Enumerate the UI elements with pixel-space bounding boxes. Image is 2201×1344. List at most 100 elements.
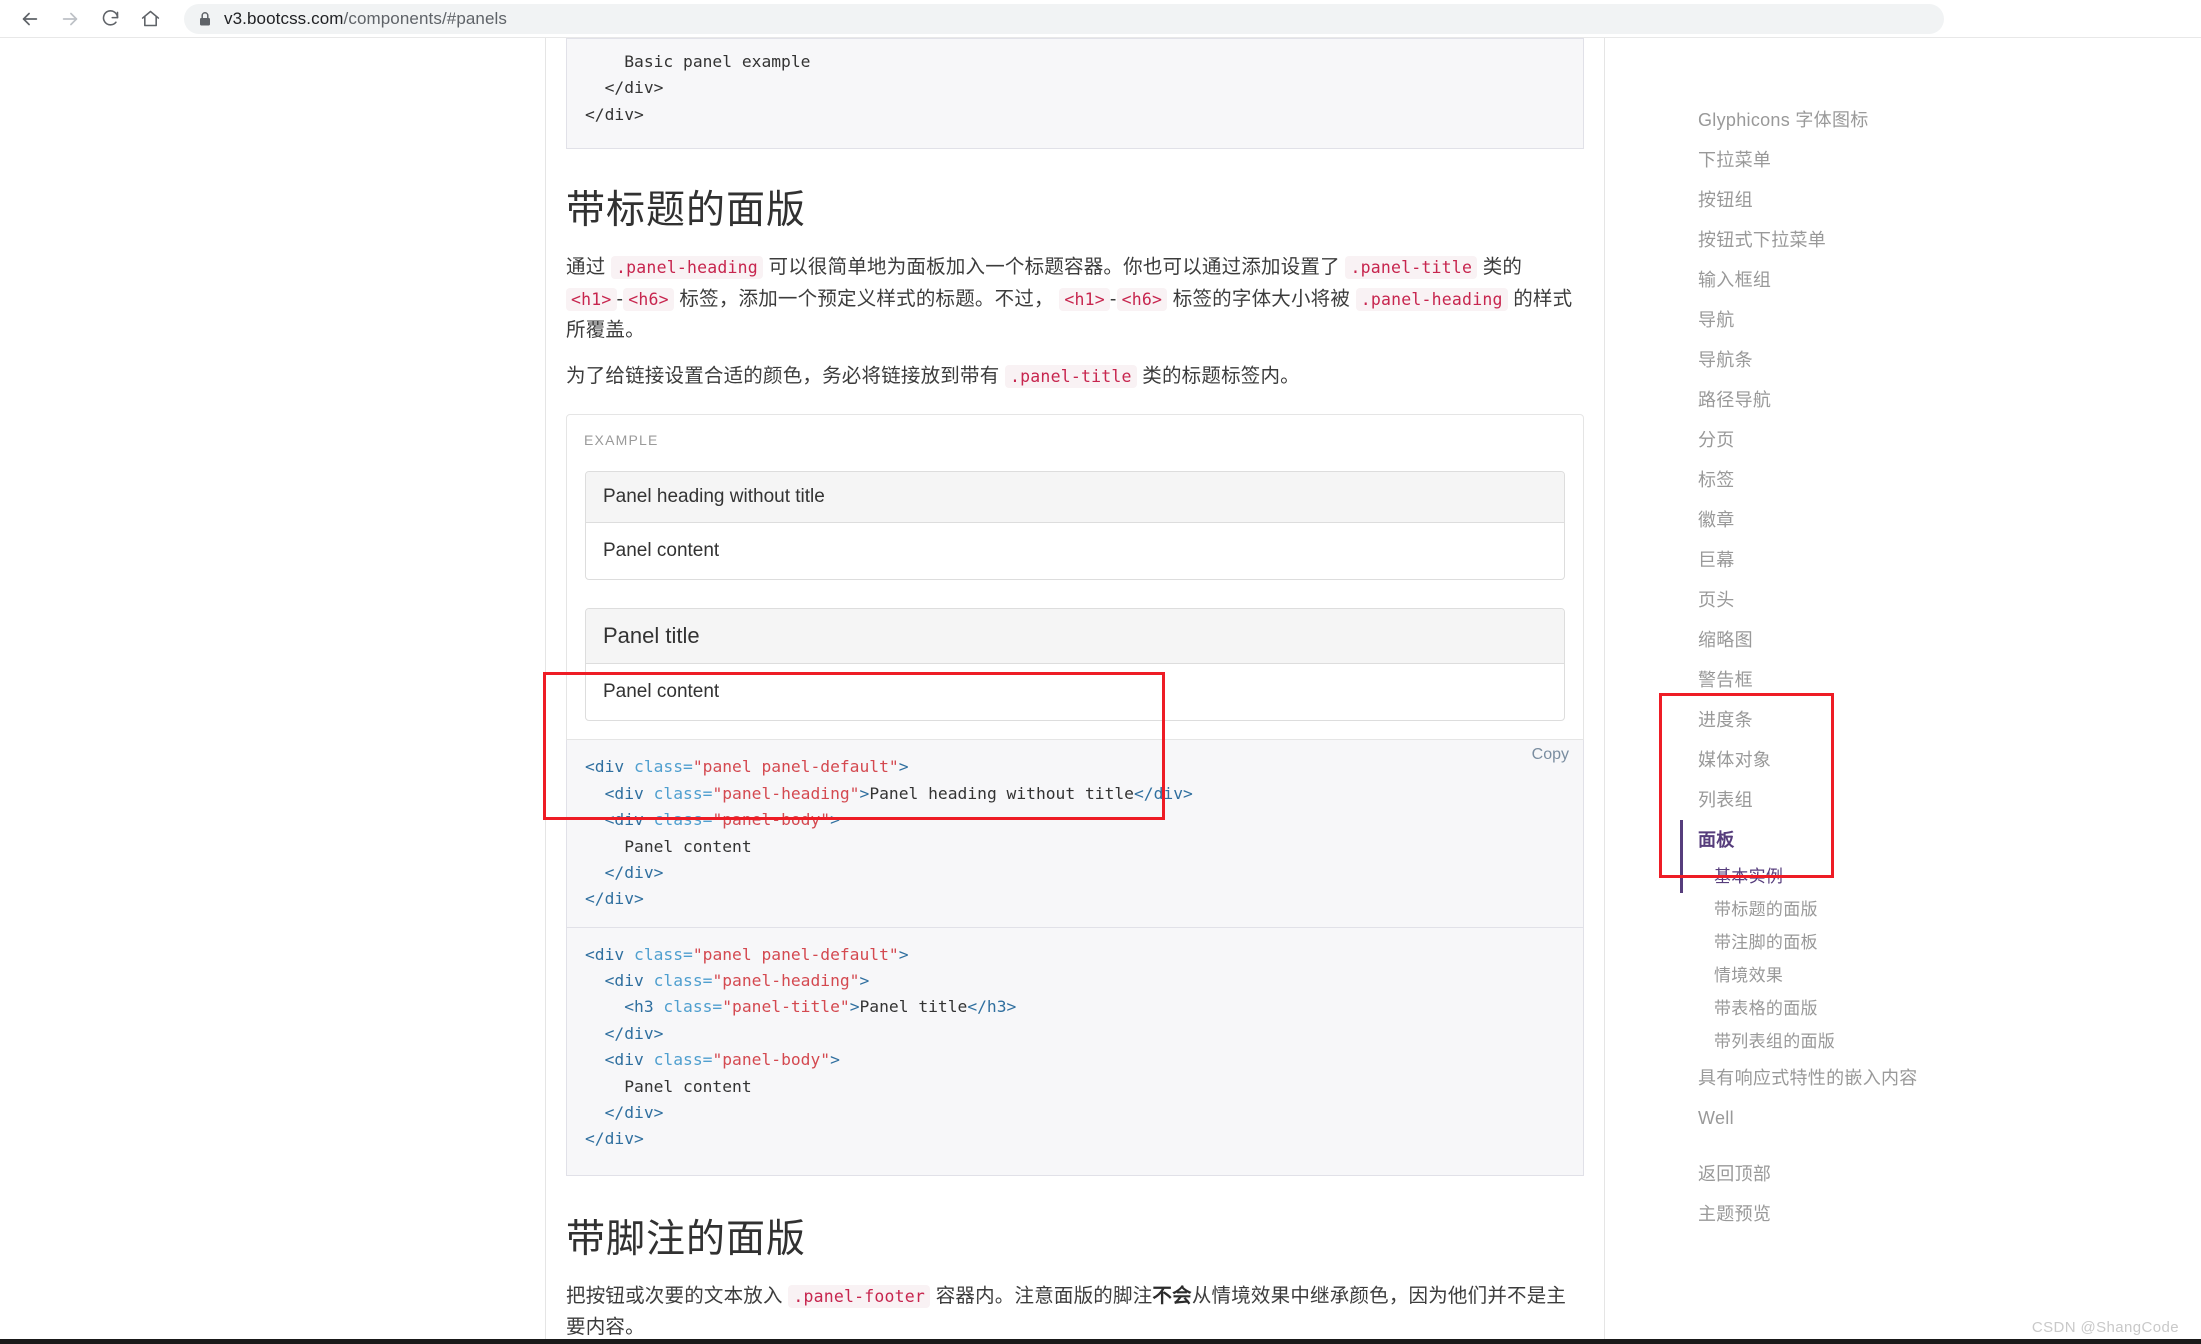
code-block-1: Copy <div class="panel panel-default"> <… <box>566 740 1584 927</box>
cb2-l4-close: </div> <box>585 1024 663 1043</box>
panel-heading-2: Panel title <box>586 609 1564 664</box>
sidebar-item-15[interactable]: 进度条 <box>1680 700 2010 740</box>
cb1-l2-text: Panel heading without title <box>869 784 1134 803</box>
sidebar-item-5[interactable]: 导航 <box>1680 300 2010 340</box>
page-title-heading-panel: 带标题的面版 <box>566 189 1584 234</box>
sidebar-item-21[interactable]: 带注脚的面板 <box>1680 926 2010 959</box>
bottom-strip <box>0 1339 2201 1344</box>
sidebar-item-11[interactable]: 巨幕 <box>1680 540 2010 580</box>
panel-with-title: Panel title Panel content <box>585 608 1565 721</box>
cb2-l2-attr: class= <box>654 971 713 990</box>
url-path: /components/#panels <box>344 9 508 28</box>
cb2-l2-tag: <div <box>585 971 654 990</box>
sidebar-item-16[interactable]: 媒体对象 <box>1680 740 2010 780</box>
cb2-l1-attr: class= <box>634 945 693 964</box>
cb1-l1-tag2: > <box>899 757 909 776</box>
sidebar-item-20[interactable]: 带标题的面版 <box>1680 893 2010 926</box>
example-box-panels: EXAMPLE Panel heading without title Pane… <box>566 414 1584 740</box>
paragraph-link-color: 为了给链接设置合适的颜色，务必将链接放到带有 .panel-title 类的标题… <box>566 361 1584 393</box>
copy-button-1[interactable]: Copy <box>1532 746 1569 764</box>
home-icon[interactable] <box>130 2 170 36</box>
cb1-l2-tag: <div <box>585 784 654 803</box>
sidebar-item-13[interactable]: 缩略图 <box>1680 620 2010 660</box>
page-title-heading-footer: 带脚注的面版 <box>566 1218 1584 1263</box>
code-block-2-text: <div class="panel panel-default"> <div c… <box>585 942 1565 1153</box>
cb2-l5-tag2: > <box>830 1050 840 1069</box>
sidebar-item-22[interactable]: 情境效果 <box>1680 959 2010 992</box>
para3-strong: 不会 <box>1152 1285 1191 1307</box>
sidebar-item-19[interactable]: 基本实例 <box>1680 860 2010 893</box>
cb2-l3-text: Panel title <box>860 997 968 1016</box>
cb2-l8-close: </div> <box>585 1129 644 1148</box>
sidebar-item-7[interactable]: 路径导航 <box>1680 380 2010 420</box>
cb1-l5-close: </div> <box>585 863 663 882</box>
sidebar-item-1[interactable]: 下拉菜单 <box>1680 140 2010 180</box>
cb2-l6-text: Panel content <box>585 1077 752 1096</box>
back-icon[interactable] <box>10 2 50 36</box>
address-bar[interactable]: v3.bootcss.com/components/#panels <box>184 4 1944 34</box>
code-h1-b: <h1> <box>1059 288 1110 311</box>
example-label-1: EXAMPLE <box>584 432 659 448</box>
cb2-l1-tag2: > <box>899 945 909 964</box>
paragraph-footer-description: 把按钮或次要的文本放入 .panel-footer 容器内。注意面版的脚注不会从… <box>566 1281 1584 1344</box>
cb1-l2-attr: class= <box>654 784 713 803</box>
sidebar-item-9[interactable]: 标签 <box>1680 460 2010 500</box>
para1-part-d: 标签，添加一个预定义样式的标题。不过， <box>679 288 1053 310</box>
cb2-l3-tag2: > <box>850 997 860 1016</box>
para2-part-b: 类的标题标签内。 <box>1142 365 1300 387</box>
sidebar-item-0[interactable]: Glyphicons 字体图标 <box>1680 100 2010 140</box>
code-h6-b: <h6> <box>1117 288 1168 311</box>
cb1-l2-val: "panel-heading" <box>712 784 859 803</box>
sidebar-item-6[interactable]: 导航条 <box>1680 340 2010 380</box>
sidebar-item-27[interactable]: 返回顶部 <box>1680 1154 2010 1194</box>
reload-icon[interactable] <box>90 2 130 36</box>
cb2-l3-tag: <h3 <box>585 997 663 1016</box>
para1-dash-b: - <box>1110 288 1117 310</box>
sidebar-item-18[interactable]: 面板 <box>1680 820 2010 860</box>
sidebar-item-25[interactable]: 具有响应式特性的嵌入内容 <box>1680 1058 2010 1098</box>
sidebar-item-12[interactable]: 页头 <box>1680 580 2010 620</box>
code-h6-a: <h6> <box>623 288 674 311</box>
sidebar-item-3[interactable]: 按钮式下拉菜单 <box>1680 220 2010 260</box>
sidebar-item-4[interactable]: 输入框组 <box>1680 260 2010 300</box>
cb2-l2-val: "panel-heading" <box>712 971 859 990</box>
sidebar-item-17[interactable]: 列表组 <box>1680 780 2010 820</box>
cb1-l3-val: "panel-body" <box>712 810 830 829</box>
para1-part-e: 标签的字体大小将被 <box>1173 288 1350 310</box>
sidebar-item-14[interactable]: 警告框 <box>1680 660 2010 700</box>
cb2-l3-attr: class= <box>663 997 722 1016</box>
cb1-l4-text: Panel content <box>585 837 752 856</box>
code-panel-heading-2: .panel-heading <box>1356 288 1508 311</box>
cb2-l3-val: "panel-title" <box>722 997 849 1016</box>
sidebar-item-2[interactable]: 按钮组 <box>1680 180 2010 220</box>
cb2-l5-attr: class= <box>654 1050 713 1069</box>
cb2-l3-close: </h3> <box>967 997 1016 1016</box>
browser-toolbar: v3.bootcss.com/components/#panels <box>0 0 2201 38</box>
cb2-l5-val: "panel-body" <box>712 1050 830 1069</box>
code-panel-footer: .panel-footer <box>788 1285 930 1308</box>
code-h1-a: <h1> <box>566 288 617 311</box>
code-top-text: Basic panel example </div> </div> <box>585 49 1565 128</box>
para2-part-a: 为了给链接设置合适的颜色，务必将链接放到带有 <box>566 365 999 387</box>
para3-part-b: 容器内。注意面版的脚注 <box>936 1285 1153 1307</box>
main-content-column: Basic panel example </div> </div> 带标题的面版… <box>545 38 1605 1344</box>
sidebar-item-8[interactable]: 分页 <box>1680 420 2010 460</box>
code-panel-title-2: .panel-title <box>1005 365 1137 388</box>
sidebar-item-10[interactable]: 徽章 <box>1680 500 2010 540</box>
code-block-1-text: <div class="panel panel-default"> <div c… <box>585 754 1565 912</box>
sidebar-item-23[interactable]: 带表格的面版 <box>1680 992 2010 1025</box>
sidebar-gap <box>1680 1138 2010 1154</box>
sidebar-item-26[interactable]: Well <box>1680 1098 2010 1138</box>
cb1-l3-tag: <div <box>585 810 654 829</box>
cb1-l3-tag2: > <box>830 810 840 829</box>
panel-body-2: Panel content <box>586 664 1564 720</box>
code-panel-title-1: .panel-title <box>1345 256 1477 279</box>
cb1-l2-close: </div> <box>1134 784 1193 803</box>
forward-icon[interactable] <box>50 2 90 36</box>
sidebar-item-24[interactable]: 带列表组的面版 <box>1680 1025 2010 1058</box>
sidebar-item-28[interactable]: 主题预览 <box>1680 1194 2010 1234</box>
para1-part-a: 通过 <box>566 256 605 278</box>
cb1-l2-tag2: > <box>860 784 870 803</box>
code-block-2: <div class="panel panel-default"> <div c… <box>566 928 1584 1176</box>
page-viewport: Basic panel example </div> </div> 带标题的面版… <box>0 38 2201 1344</box>
